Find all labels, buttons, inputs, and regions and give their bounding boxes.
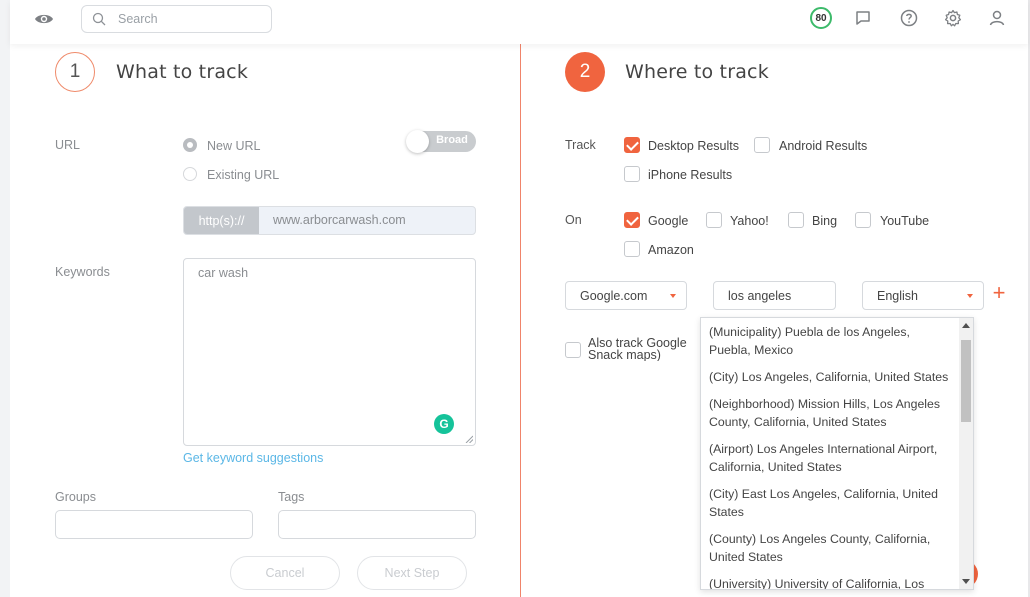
- location-input[interactable]: los angeles: [713, 281, 836, 310]
- amazon-checkbox[interactable]: [624, 241, 640, 257]
- new-url-radio-label[interactable]: New URL: [207, 139, 261, 153]
- column-divider: [520, 44, 521, 597]
- location-suggestions-dropdown[interactable]: (Municipality) Puebla de los Angeles, Pu…: [700, 317, 974, 590]
- yahoo-checkbox[interactable]: [706, 212, 722, 228]
- chevron-down-icon: [670, 294, 676, 298]
- scroll-up-icon[interactable]: [962, 323, 970, 328]
- keywords-label: Keywords: [55, 265, 110, 279]
- on-label: On: [565, 213, 582, 227]
- feedback-icon[interactable]: [853, 8, 873, 28]
- url-field[interactable]: http(s):// www.arborcarwash.com: [183, 206, 476, 235]
- url-input-value[interactable]: www.arborcarwash.com: [273, 213, 406, 227]
- step-1-title: What to track: [116, 61, 249, 83]
- tags-label: Tags: [278, 490, 305, 504]
- settings-icon[interactable]: [943, 8, 963, 28]
- search-domain-value: Google.com: [580, 289, 648, 303]
- groups-input[interactable]: [55, 510, 253, 539]
- google-label[interactable]: Google: [648, 214, 688, 228]
- search-box[interactable]: [81, 5, 272, 33]
- location-suggestion-item[interactable]: (Airport) Los Angeles International Airp…: [701, 435, 958, 480]
- existing-url-radio[interactable]: [183, 167, 197, 181]
- step-2-title: Where to track: [625, 61, 769, 83]
- existing-url-radio-label[interactable]: Existing URL: [207, 168, 279, 182]
- step-1-badge: 1: [55, 52, 95, 92]
- location-suggestion-item[interactable]: (County) Los Angeles County, California,…: [701, 525, 958, 570]
- location-suggestion-item[interactable]: (City) Los Angeles, California, United S…: [701, 363, 958, 390]
- iphone-results-checkbox[interactable]: [624, 166, 640, 182]
- location-suggestions-list: (Municipality) Puebla de los Angeles, Pu…: [701, 318, 958, 589]
- add-location-icon[interactable]: +: [990, 282, 1008, 304]
- location-suggestion-item[interactable]: (University) University of California, L…: [701, 570, 958, 589]
- bing-checkbox[interactable]: [788, 212, 804, 228]
- amazon-label[interactable]: Amazon: [648, 243, 694, 257]
- location-suggestion-item[interactable]: (City) East Los Angeles, California, Uni…: [701, 480, 958, 525]
- tags-input[interactable]: [278, 510, 476, 539]
- google-checkbox[interactable]: [624, 212, 640, 228]
- also-track-checkbox[interactable]: [565, 342, 581, 358]
- score-badge[interactable]: 80: [810, 7, 832, 29]
- help-icon[interactable]: [899, 8, 919, 28]
- desktop-results-label[interactable]: Desktop Results: [648, 139, 739, 153]
- search-domain-select[interactable]: Google.com: [565, 281, 687, 310]
- youtube-label[interactable]: YouTube: [880, 214, 929, 228]
- iphone-results-label[interactable]: iPhone Results: [648, 168, 732, 182]
- new-url-radio[interactable]: [183, 138, 197, 152]
- resize-handle-icon[interactable]: [465, 435, 473, 443]
- url-label: URL: [55, 138, 81, 152]
- desktop-results-checkbox[interactable]: [624, 137, 640, 153]
- location-value: los angeles: [728, 289, 792, 303]
- grammarly-icon[interactable]: G: [434, 414, 454, 434]
- keywords-value: car wash: [198, 266, 249, 280]
- yahoo-label[interactable]: Yahoo!: [730, 214, 769, 228]
- scroll-thumb[interactable]: [961, 340, 971, 422]
- top-bar: 80: [10, 0, 1028, 44]
- bing-label[interactable]: Bing: [812, 214, 837, 228]
- youtube-checkbox[interactable]: [855, 212, 871, 228]
- toggle-knob: [406, 130, 429, 153]
- dropdown-scrollbar[interactable]: [959, 318, 973, 589]
- broad-toggle[interactable]: Broad: [406, 130, 476, 153]
- scroll-down-icon[interactable]: [962, 579, 970, 584]
- location-suggestion-item[interactable]: (Municipality) Puebla de los Angeles, Pu…: [701, 318, 958, 363]
- keyword-suggestions-link[interactable]: Get keyword suggestions: [183, 451, 323, 465]
- step-2-badge: 2: [565, 52, 605, 92]
- android-results-label[interactable]: Android Results: [779, 139, 867, 153]
- also-track-label[interactable]: Also track Google Snack maps): [588, 337, 700, 361]
- chevron-down-icon: [967, 294, 973, 298]
- user-icon[interactable]: [987, 8, 1007, 28]
- android-results-checkbox[interactable]: [754, 137, 770, 153]
- track-label: Track: [565, 138, 596, 152]
- next-step-button[interactable]: Next Step: [357, 556, 467, 590]
- url-protocol-prefix: http(s)://: [184, 207, 259, 234]
- search-input[interactable]: [118, 10, 266, 28]
- search-icon: [92, 12, 106, 26]
- cancel-button[interactable]: Cancel: [230, 556, 340, 590]
- page: 80 1 What to track URL New URL Existing …: [10, 0, 1028, 597]
- language-select[interactable]: English: [862, 281, 984, 310]
- eye-icon[interactable]: [34, 12, 54, 26]
- keywords-textarea[interactable]: car wash G: [183, 258, 476, 446]
- broad-toggle-label: Broad: [436, 134, 468, 146]
- language-value: English: [877, 289, 918, 303]
- location-suggestion-item[interactable]: (Neighborhood) Mission Hills, Los Angele…: [701, 390, 958, 435]
- groups-label: Groups: [55, 490, 96, 504]
